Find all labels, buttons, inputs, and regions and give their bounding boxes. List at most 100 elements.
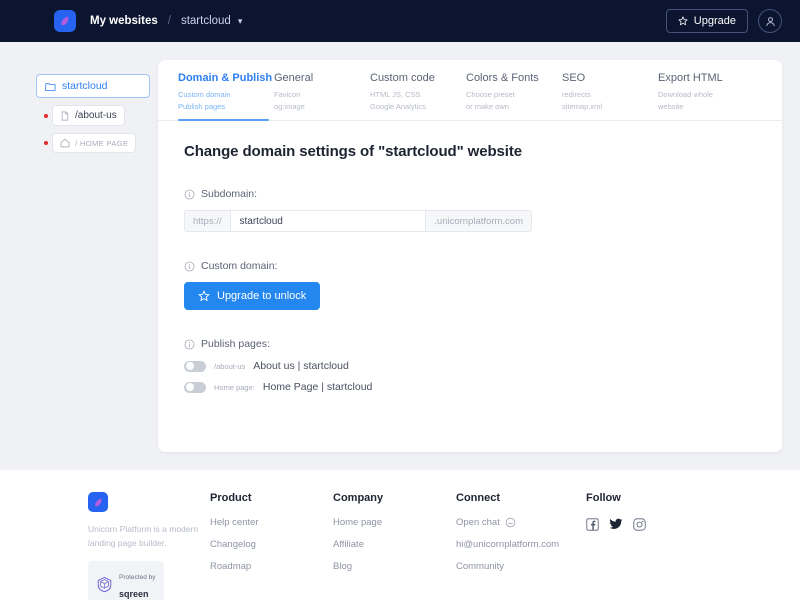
- site-page-tree: startcloud /about-us / HOME PAGE: [18, 60, 150, 452]
- tree-item-about-us-chip[interactable]: /about-us: [52, 105, 125, 126]
- folder-icon: [45, 82, 56, 91]
- star-icon: [198, 290, 210, 302]
- info-icon[interactable]: [184, 339, 195, 350]
- tab-domain-publish-sub1: Custom domain: [178, 90, 231, 99]
- tab-export-html-title: Export HTML: [658, 72, 723, 84]
- page-content-area: startcloud /about-us / HOME PAGE Domain …: [0, 42, 800, 470]
- upgrade-to-unlock-button[interactable]: Upgrade to unlock: [184, 282, 321, 311]
- tab-general-sub2: og:image: [274, 101, 305, 111]
- tab-general[interactable]: General Favicon og:image: [274, 72, 370, 120]
- unpublished-dot-icon: [44, 113, 48, 118]
- footer-column-product: Product Help center Changelog Roadmap: [210, 492, 333, 600]
- subdomain-prefix: https://: [185, 211, 231, 232]
- breadcrumb-separator: /: [167, 15, 171, 27]
- subdomain-label: Subdomain:: [201, 188, 258, 201]
- publish-name-about-us: About us | startcloud: [253, 360, 349, 373]
- page-icon: [61, 111, 69, 120]
- footer-heading-company: Company: [333, 492, 384, 504]
- topbar-actions: Upgrade: [665, 9, 782, 33]
- upgrade-button-label: Upgrade: [693, 15, 736, 27]
- tab-domain-publish-title: Domain & Publish: [178, 72, 273, 84]
- tree-item-home-page-label: / HOME PAGE: [75, 138, 129, 148]
- unpublished-dot-icon: [44, 141, 48, 145]
- tab-colors-fonts-sub1: Choose preset: [466, 90, 515, 99]
- tab-custom-code-sub1: HTML JS, CSS: [370, 90, 421, 99]
- tab-domain-publish-sub2: Publish pages: [178, 101, 226, 111]
- instagram-icon[interactable]: [633, 517, 646, 531]
- unicorn-droplet-logo[interactable]: [54, 10, 76, 32]
- tab-seo[interactable]: SEO redirects sitemap.xml: [562, 72, 658, 120]
- tab-custom-code-title: Custom code: [370, 72, 435, 84]
- tab-seo-sub2: sitemap.xml: [562, 101, 603, 111]
- tab-colors-fonts-sub2: or make own: [466, 101, 509, 111]
- page-title: Change domain settings of "startcloud" w…: [184, 143, 522, 161]
- tree-item-about-us-label: /about-us: [75, 110, 117, 121]
- chat-bubble-icon: [505, 517, 516, 528]
- footer-social-row: [586, 517, 709, 531]
- footer-link-blog[interactable]: Blog: [333, 561, 456, 572]
- tree-item-home-page[interactable]: / HOME PAGE: [44, 133, 150, 153]
- footer-link-community[interactable]: Community: [456, 561, 586, 572]
- tab-custom-code[interactable]: Custom code HTML JS, CSS Google Analytic…: [370, 72, 466, 120]
- tab-colors-fonts[interactable]: Colors & Fonts Choose preset or make own: [466, 72, 562, 120]
- site-footer: Unicorn Platform is a modern landing pag…: [0, 470, 800, 600]
- publish-pages-label: Publish pages:: [201, 338, 270, 351]
- tree-root-startcloud[interactable]: startcloud: [36, 74, 150, 98]
- publish-toggle-about-us[interactable]: [184, 360, 206, 372]
- top-navigation-bar: My websites / startcloud ▾ Upgrade: [0, 0, 800, 42]
- publish-toggle-home-page[interactable]: [184, 381, 206, 393]
- footer-link-open-chat-label: Open chat: [456, 517, 500, 528]
- custom-domain-label: Custom domain:: [201, 260, 278, 273]
- info-icon[interactable]: [184, 189, 195, 200]
- tree-item-home-page-chip[interactable]: / HOME PAGE: [52, 133, 137, 153]
- publish-row-about-us: /about-us About us | startcloud: [184, 360, 756, 372]
- facebook-icon[interactable]: [586, 517, 599, 531]
- footer-column-connect: Connect Open chat hi@unicornplatform.com…: [456, 492, 586, 600]
- settings-card: Domain & Publish Custom domain Publish p…: [158, 60, 782, 452]
- info-icon[interactable]: [184, 261, 195, 272]
- chevron-down-icon[interactable]: ▾: [238, 16, 243, 27]
- tab-export-html-sub1: Download whole: [658, 90, 714, 99]
- footer-link-open-chat[interactable]: Open chat: [456, 517, 586, 528]
- sqreen-badge[interactable]: Protected by sqreen: [88, 561, 164, 600]
- footer-heading-product: Product: [210, 492, 252, 504]
- unicorn-droplet-logo[interactable]: [88, 492, 108, 512]
- footer-link-changelog[interactable]: Changelog: [210, 539, 333, 550]
- tab-general-sub1: Favicon: [274, 90, 301, 99]
- home-icon: [60, 138, 70, 148]
- footer-link-home-page[interactable]: Home page: [333, 517, 456, 528]
- subdomain-input[interactable]: [230, 211, 426, 232]
- breadcrumb-current-site[interactable]: startcloud: [181, 15, 231, 27]
- sqreen-badge-line2: sqreen: [119, 589, 149, 600]
- breadcrumb-my-websites[interactable]: My websites: [90, 15, 158, 27]
- tree-item-about-us[interactable]: /about-us: [44, 105, 150, 126]
- settings-layout: startcloud /about-us / HOME PAGE Domain …: [18, 60, 782, 452]
- user-avatar-icon[interactable]: [758, 9, 782, 33]
- footer-link-roadmap[interactable]: Roadmap: [210, 561, 333, 572]
- publish-pages-field-block: Publish pages: /about-us About us | star…: [184, 338, 756, 393]
- tab-export-html-sub2: website: [658, 101, 684, 111]
- subdomain-label-row: Subdomain:: [184, 188, 756, 200]
- publish-tag-home-page: Home page:: [214, 382, 255, 392]
- tab-domain-publish[interactable]: Domain & Publish Custom domain Publish p…: [178, 72, 274, 122]
- custom-domain-field-block: Custom domain: Upgrade to unlock: [184, 260, 756, 311]
- sqreen-badge-text: Protected by sqreen: [119, 566, 156, 600]
- twitter-icon[interactable]: [609, 517, 623, 531]
- sqreen-shield-icon: [97, 576, 112, 592]
- tab-export-html[interactable]: Export HTML Download whole website: [658, 72, 754, 120]
- subdomain-suffix: .unicornplatform.com: [425, 211, 531, 232]
- footer-link-email[interactable]: hi@unicornplatform.com: [456, 539, 586, 550]
- subdomain-input-group: https:// .unicornplatform.com: [184, 210, 532, 233]
- upgrade-button[interactable]: Upgrade: [665, 9, 748, 33]
- publish-name-home-page: Home Page | startcloud: [262, 381, 373, 394]
- tree-root-label: startcloud: [62, 80, 108, 92]
- footer-tagline: Unicorn Platform is a modern landing pag…: [88, 524, 199, 548]
- footer-brand-block: Unicorn Platform is a modern landing pag…: [0, 492, 210, 600]
- footer-link-help-center[interactable]: Help center: [210, 517, 333, 528]
- custom-domain-label-row: Custom domain:: [184, 260, 756, 272]
- tab-seo-title: SEO: [562, 72, 586, 84]
- tab-custom-code-sub2: Google Analytics: [370, 101, 426, 111]
- subdomain-field-block: Subdomain: https:// .unicornplatform.com: [184, 188, 756, 233]
- footer-link-affiliate[interactable]: Affiliate: [333, 539, 456, 550]
- publish-tag-about-us: /about-us: [214, 361, 246, 371]
